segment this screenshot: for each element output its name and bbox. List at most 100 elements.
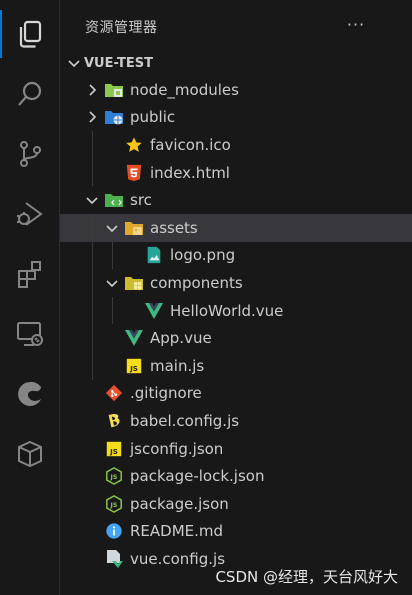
extensions-icon[interactable] bbox=[0, 246, 60, 302]
info-icon bbox=[104, 521, 124, 541]
sidebar-title: 资源管理器 bbox=[85, 20, 158, 36]
file-row[interactable]: README.md bbox=[60, 518, 412, 546]
tree-item-label: vue.config.js bbox=[130, 549, 226, 568]
source-control-icon[interactable] bbox=[0, 126, 60, 182]
folder-assets-icon bbox=[124, 218, 144, 238]
vue-icon bbox=[144, 301, 164, 321]
remote-explorer-icon[interactable] bbox=[0, 306, 60, 362]
folder-node-icon bbox=[104, 80, 124, 100]
folder-row[interactable]: src bbox=[60, 186, 412, 214]
file-row[interactable]: favicon.ico bbox=[60, 131, 412, 159]
indent-guide bbox=[92, 241, 93, 270]
workspace-title: VUE-TEST bbox=[84, 55, 153, 71]
run-debug-icon[interactable] bbox=[0, 186, 60, 242]
chevron-down-icon[interactable] bbox=[84, 192, 100, 208]
tree-item-label: README.md bbox=[130, 522, 224, 541]
babel-icon bbox=[104, 411, 124, 431]
tree-item-label: main.js bbox=[150, 356, 205, 375]
chevron-down-icon[interactable] bbox=[104, 275, 120, 291]
chevron-right-icon[interactable] bbox=[84, 109, 100, 125]
file-row[interactable]: logo.png bbox=[60, 241, 412, 270]
folder-row[interactable]: public bbox=[60, 104, 412, 132]
svg-text:JS: JS bbox=[110, 502, 118, 509]
file-row[interactable]: HelloWorld.vue bbox=[60, 296, 412, 325]
tree-item-label: package-lock.json bbox=[130, 467, 265, 486]
file-row[interactable]: App.vue bbox=[60, 324, 412, 352]
tree-item-label: index.html bbox=[150, 163, 230, 182]
watermark: CSDN @经理，天台风好大 bbox=[215, 568, 398, 586]
file-tree: node_modulespublic favicon.ico index.html s… bbox=[60, 76, 412, 573]
folder-public-icon bbox=[104, 107, 124, 127]
folder-components-icon bbox=[124, 273, 144, 293]
html-icon bbox=[124, 163, 144, 183]
vue-config-icon bbox=[104, 549, 124, 569]
svg-text:JS: JS bbox=[109, 446, 118, 455]
file-row[interactable]: JS package-lock.json bbox=[60, 462, 412, 490]
indent-guide bbox=[112, 296, 113, 325]
chevron-down-icon[interactable] bbox=[104, 220, 120, 236]
file-row[interactable]: JS jsconfig.json bbox=[60, 435, 412, 463]
js-icon: JS bbox=[124, 356, 144, 376]
indent-guide bbox=[92, 158, 93, 187]
folder-row[interactable]: components bbox=[60, 269, 412, 297]
tree-item-label: node_modules bbox=[130, 80, 239, 99]
tree-item-label: components bbox=[150, 273, 243, 292]
chevron-down-icon bbox=[60, 55, 84, 71]
edge-icon[interactable] bbox=[0, 366, 60, 422]
svg-text:JS: JS bbox=[110, 474, 118, 481]
indent-guide bbox=[92, 351, 93, 380]
folder-row[interactable]: node_modules bbox=[60, 76, 412, 104]
star-icon bbox=[124, 135, 144, 155]
tree-item-label: babel.config.js bbox=[130, 411, 240, 430]
file-row[interactable]: JS package.json bbox=[60, 490, 412, 518]
folder-row[interactable]: assets bbox=[60, 213, 412, 242]
file-row[interactable]: index.html bbox=[60, 158, 412, 187]
tree-item-label: public bbox=[130, 108, 176, 127]
tree-item-label: App.vue bbox=[150, 329, 212, 348]
explorer-sidebar: 资源管理器 ··· VUE-TEST node_modulespublic fav… bbox=[60, 0, 412, 595]
indent-guide bbox=[92, 213, 93, 242]
file-row[interactable]: JS main.js bbox=[60, 351, 412, 380]
sidebar-header: 资源管理器 ··· bbox=[60, 0, 412, 48]
indent-guide bbox=[92, 269, 93, 297]
indent-guide bbox=[92, 131, 93, 159]
vue-icon bbox=[124, 328, 144, 348]
indent-guide bbox=[92, 296, 93, 325]
nodejs-icon: JS bbox=[104, 466, 124, 486]
chevron-right-icon[interactable] bbox=[84, 82, 100, 98]
js-icon: JS bbox=[104, 439, 124, 459]
folder-src-icon bbox=[104, 190, 124, 210]
tree-item-label: favicon.ico bbox=[150, 135, 231, 154]
tree-item-label: src bbox=[130, 191, 152, 210]
search-icon[interactable] bbox=[0, 66, 60, 122]
workspace-section-header[interactable]: VUE-TEST bbox=[60, 50, 412, 76]
tree-item-label: HelloWorld.vue bbox=[170, 301, 284, 320]
more-actions-button[interactable]: ··· bbox=[344, 12, 368, 36]
tree-item-label: logo.png bbox=[170, 246, 236, 265]
indent-guide bbox=[112, 241, 113, 270]
tree-item-label: assets bbox=[150, 218, 198, 237]
tree-item-label: jsconfig.json bbox=[130, 439, 224, 458]
tree-item-label: .gitignore bbox=[130, 384, 202, 403]
explorer-icon[interactable] bbox=[0, 6, 60, 62]
image-icon bbox=[144, 245, 164, 265]
package-icon[interactable] bbox=[0, 426, 60, 482]
tree-item-label: package.json bbox=[130, 494, 229, 513]
git-icon bbox=[104, 383, 124, 403]
file-row[interactable]: babel.config.js bbox=[60, 407, 412, 435]
file-row[interactable]: .gitignore bbox=[60, 380, 412, 408]
svg-text:JS: JS bbox=[129, 364, 138, 373]
indent-guide bbox=[92, 324, 93, 352]
